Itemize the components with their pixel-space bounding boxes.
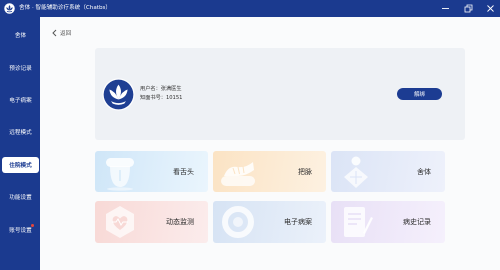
feature-card-label: 电子病案 (284, 218, 312, 226)
unbind-button[interactable]: 解绑 (397, 88, 442, 100)
sidebar-item-label: 预诊记录 (9, 65, 32, 72)
feature-card-look-tongue[interactable]: 看舌头 (95, 151, 208, 192)
feature-card-pulse[interactable]: 把脉 (213, 151, 326, 192)
heart-hexagon-icon (106, 206, 134, 238)
feature-card-label: 把脉 (298, 167, 312, 176)
feature-card-medical-history[interactable]: 病史记录 (331, 201, 445, 243)
sidebar-item-label-box: 功能设置 (2, 189, 39, 205)
notification-badge (31, 223, 34, 227)
feature-card-dynamic-monitoring[interactable]: 动态监测 (95, 201, 208, 243)
sidebar-item-label-box: 舍体 (2, 27, 39, 43)
sidebar-item-e-medical-records[interactable]: 电子病案 (0, 84, 40, 116)
chevron-left-icon (52, 29, 57, 37)
feature-card-label: 动态监测 (166, 218, 194, 226)
account-text: 知面书号：10151 (140, 95, 183, 101)
sidebar-item-label-box: 住院模式 (2, 156, 39, 173)
sidebar: 舍体 预诊记录 电子病案 远程模式 住院模式 功能设置 账号设置 (0, 17, 40, 270)
sidebar-item-inpatient-mode[interactable]: 住院模式 (0, 149, 40, 181)
document-pen-icon (344, 207, 373, 237)
sidebar-item-account-settings[interactable]: 账号设置 (0, 213, 40, 245)
sidebar-item-function-settings[interactable]: 功能设置 (0, 181, 40, 213)
feature-card-label: 看舌头 (173, 167, 194, 176)
close-icon[interactable] (486, 4, 495, 13)
sidebar-item-label-box: 电子病案 (2, 92, 39, 108)
sidebar-item-pre-diagnosis-records[interactable]: 预诊记录 (0, 51, 40, 83)
lotus-logo-icon (4, 3, 15, 14)
sidebar-item-label: 账号设置 (9, 227, 32, 234)
feature-card-label: 病史记录 (403, 218, 431, 226)
sidebar-item-label-box: 预诊记录 (2, 60, 39, 76)
sidebar-item-label: 电子病案 (9, 97, 32, 104)
window-title: 舍体 · 智能辅助诊疗系统（Chatbs） (19, 5, 111, 11)
sidebar-item-label: 功能设置 (9, 195, 32, 202)
sidebar-item-label: 舍体 (14, 33, 27, 40)
feature-card-e-medical-record[interactable]: 电子病案 (213, 201, 326, 243)
back-button[interactable]: 返回 (52, 28, 71, 38)
sidebar-item-remote-mode[interactable]: 远程模式 (0, 116, 40, 148)
tongue-icon (106, 158, 134, 191)
pulse-pillow-icon (221, 162, 255, 186)
profile-card: 用户名：张满医生 知面书号：10151 解绑 (95, 48, 465, 140)
e-record-icon (222, 206, 254, 238)
sidebar-item-label: 远程模式 (9, 130, 32, 137)
minimize-icon[interactable] (441, 4, 450, 13)
body-figure-icon (344, 156, 368, 188)
feature-card-label: 舍体 (417, 167, 431, 176)
username-text: 用户名：张满医生 (140, 86, 182, 92)
sidebar-item-label-box: 远程模式 (2, 124, 39, 140)
sidebar-item-label: 住院模式 (9, 162, 32, 169)
title-bar: 舍体 · 智能辅助诊疗系统（Chatbs） (0, 0, 500, 17)
sidebar-item-label-box: 账号设置 (2, 222, 39, 238)
avatar (102, 78, 135, 111)
restore-icon[interactable] (464, 4, 473, 13)
back-label: 返回 (60, 31, 72, 37)
main-content: 返回 用户名：张满医生 知面书号：10151 解绑 看舌头 把脉 舍体 动态监测… (40, 17, 500, 270)
feature-grid: 看舌头 把脉 舍体 动态监测 电子病案 病史记录 (95, 151, 445, 243)
feature-card-body[interactable]: 舍体 (331, 151, 445, 192)
sidebar-item-body[interactable]: 舍体 (0, 19, 40, 51)
